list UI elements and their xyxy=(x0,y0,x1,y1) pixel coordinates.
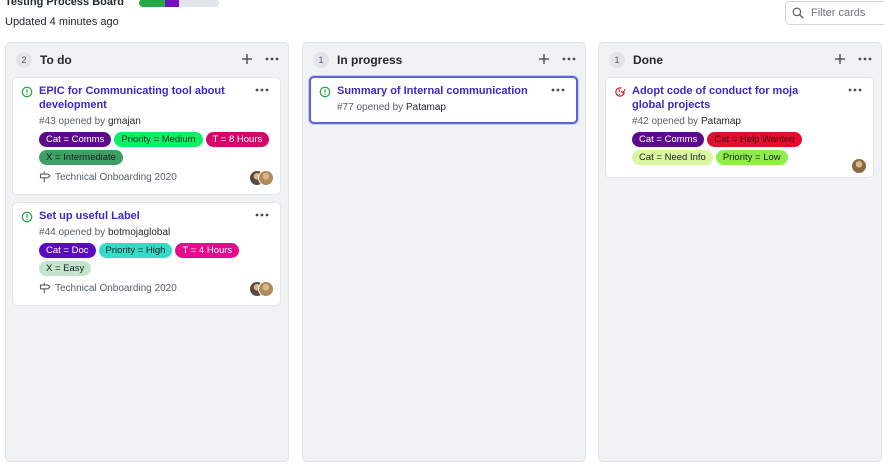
kebab-menu-icon xyxy=(255,213,269,217)
issue-card[interactable]: Summary of Internal communication #77 ope… xyxy=(309,76,578,124)
card-menu-button[interactable] xyxy=(254,207,270,217)
assignee-avatars xyxy=(851,158,867,174)
kebab-menu-icon xyxy=(858,57,872,61)
search-icon xyxy=(792,7,804,19)
column-menu-button[interactable] xyxy=(561,52,577,66)
opened-by-text: opened by xyxy=(58,116,106,127)
progress-done-segment xyxy=(139,0,166,7)
card-milestone[interactable]: Technical Onboarding 2020 xyxy=(39,282,177,294)
issue-label[interactable]: Cat = Need Info xyxy=(632,150,713,165)
column-header: 1 In progress xyxy=(303,43,585,76)
board-progress-bar xyxy=(139,0,219,7)
column-done: 1 Done Adopt code of conduct for moja glob… xyxy=(598,42,882,462)
board-title: Testing Process Board xyxy=(5,0,124,8)
column-menu-button[interactable] xyxy=(264,52,280,66)
milestone-icon xyxy=(39,282,51,294)
card-meta: #43 opened by gmajan xyxy=(39,116,141,127)
issue-label[interactable]: Priority = Medium xyxy=(114,132,203,147)
card-menu-button[interactable] xyxy=(550,82,566,92)
card-title-link[interactable]: Set up useful Label xyxy=(39,209,239,223)
plus-icon xyxy=(539,54,549,64)
card-menu-button[interactable] xyxy=(847,82,863,92)
column-header: 1 Done xyxy=(599,43,881,76)
issue-author-link[interactable]: gmajan xyxy=(108,116,141,127)
updated-timestamp: Updated 4 minutes ago xyxy=(5,16,119,28)
card-title-link[interactable]: Adopt code of conduct for moja global pr… xyxy=(632,84,832,112)
card-title-link[interactable]: EPIC for Communicating tool about develo… xyxy=(39,84,239,112)
plus-icon xyxy=(242,54,252,64)
add-card-button[interactable] xyxy=(537,52,551,66)
card-title-link[interactable]: Summary of Internal communication xyxy=(337,84,537,98)
column-actions xyxy=(240,52,280,66)
column-menu-button[interactable] xyxy=(857,52,873,66)
assignee-avatars xyxy=(249,281,274,297)
issue-label[interactable]: Cat = Comms xyxy=(632,132,705,147)
opened-by-text: opened by xyxy=(356,102,404,113)
issue-author-link[interactable]: botmojaglobal xyxy=(108,227,170,238)
filter-cards-box[interactable] xyxy=(785,1,884,25)
issue-label[interactable]: T = 8 Hours xyxy=(205,132,270,147)
issue-closed-icon xyxy=(614,85,626,97)
card-meta: #42 opened by Patamap xyxy=(632,116,741,127)
assignee-avatars xyxy=(249,170,274,186)
card-menu-button[interactable] xyxy=(254,82,270,92)
column-card-count: 1 xyxy=(609,51,625,68)
column-to-do: 2 To do EPIC for Communicating tool about … xyxy=(5,42,289,462)
plus-icon xyxy=(835,54,845,64)
avatar[interactable] xyxy=(851,158,867,174)
opened-by-text: opened by xyxy=(651,116,699,127)
issue-number: #77 xyxy=(337,102,354,113)
issue-label[interactable]: Priority = Low xyxy=(715,150,788,165)
avatar[interactable] xyxy=(258,281,274,297)
issue-number: #43 xyxy=(39,116,56,127)
card-meta: #77 opened by Patamap xyxy=(337,102,446,113)
label-list: Cat = Comms Cat = Help Wanted Cat = Need I… xyxy=(632,132,868,165)
opened-by-text: opened by xyxy=(58,227,106,238)
kebab-menu-icon xyxy=(255,88,269,92)
card-milestone[interactable]: Technical Onboarding 2020 xyxy=(39,171,177,183)
issue-card[interactable]: Adopt code of conduct for moja global pr… xyxy=(605,77,874,178)
issue-opened-icon xyxy=(319,85,331,98)
issue-label[interactable]: Cat = Comms xyxy=(39,132,112,147)
column-card-count: 2 xyxy=(16,51,32,68)
label-list: Cat = Doc Priority = High T = 4 Hours X = E… xyxy=(39,243,275,276)
issue-label[interactable]: T = 4 Hours xyxy=(175,243,240,258)
progress-in-progress-segment xyxy=(165,0,179,7)
card-meta: #44 opened by botmojaglobal xyxy=(39,227,170,238)
column-title: In progress xyxy=(337,52,403,67)
issue-card[interactable]: Set up useful Label #44 opened by botmoja… xyxy=(12,202,281,306)
milestone-name: Technical Onboarding 2020 xyxy=(55,171,177,183)
issue-author-link[interactable]: Patamap xyxy=(406,102,446,113)
kebab-menu-icon xyxy=(848,88,862,92)
column-in-progress: 1 In progress Summary of Internal communic… xyxy=(302,42,586,462)
issue-label[interactable]: Cat = Doc xyxy=(39,243,96,258)
kebab-menu-icon xyxy=(562,57,576,61)
label-list: Cat = Comms Priority = Medium T = 8 Hours X… xyxy=(39,132,275,165)
column-card-count: 1 xyxy=(313,51,329,68)
issue-label[interactable]: Cat = Help Wanted xyxy=(707,132,802,147)
add-card-button[interactable] xyxy=(833,52,847,66)
issue-author-link[interactable]: Patamap xyxy=(701,116,741,127)
issue-label[interactable]: X = Easy xyxy=(39,261,92,276)
add-card-button[interactable] xyxy=(240,52,254,66)
issue-label[interactable]: X = Intermediate xyxy=(39,150,123,165)
issue-number: #42 xyxy=(632,116,649,127)
board-header: Testing Process Board Updated 4 minutes … xyxy=(0,0,884,40)
issue-opened-icon xyxy=(21,210,33,223)
column-header: 2 To do xyxy=(6,43,288,76)
avatar[interactable] xyxy=(258,170,274,186)
issue-label[interactable]: Priority = High xyxy=(98,243,173,258)
filter-cards-input[interactable] xyxy=(811,7,884,19)
milestone-icon xyxy=(39,171,51,183)
milestone-name: Technical Onboarding 2020 xyxy=(55,282,177,294)
column-title: To do xyxy=(40,52,72,67)
issue-number: #44 xyxy=(39,227,56,238)
issue-opened-icon xyxy=(21,85,33,98)
column-actions xyxy=(537,52,577,66)
issue-card[interactable]: EPIC for Communicating tool about develo… xyxy=(12,77,281,195)
column-title: Done xyxy=(633,52,663,67)
column-actions xyxy=(833,52,873,66)
kebab-menu-icon xyxy=(551,88,565,92)
kebab-menu-icon xyxy=(265,57,279,61)
